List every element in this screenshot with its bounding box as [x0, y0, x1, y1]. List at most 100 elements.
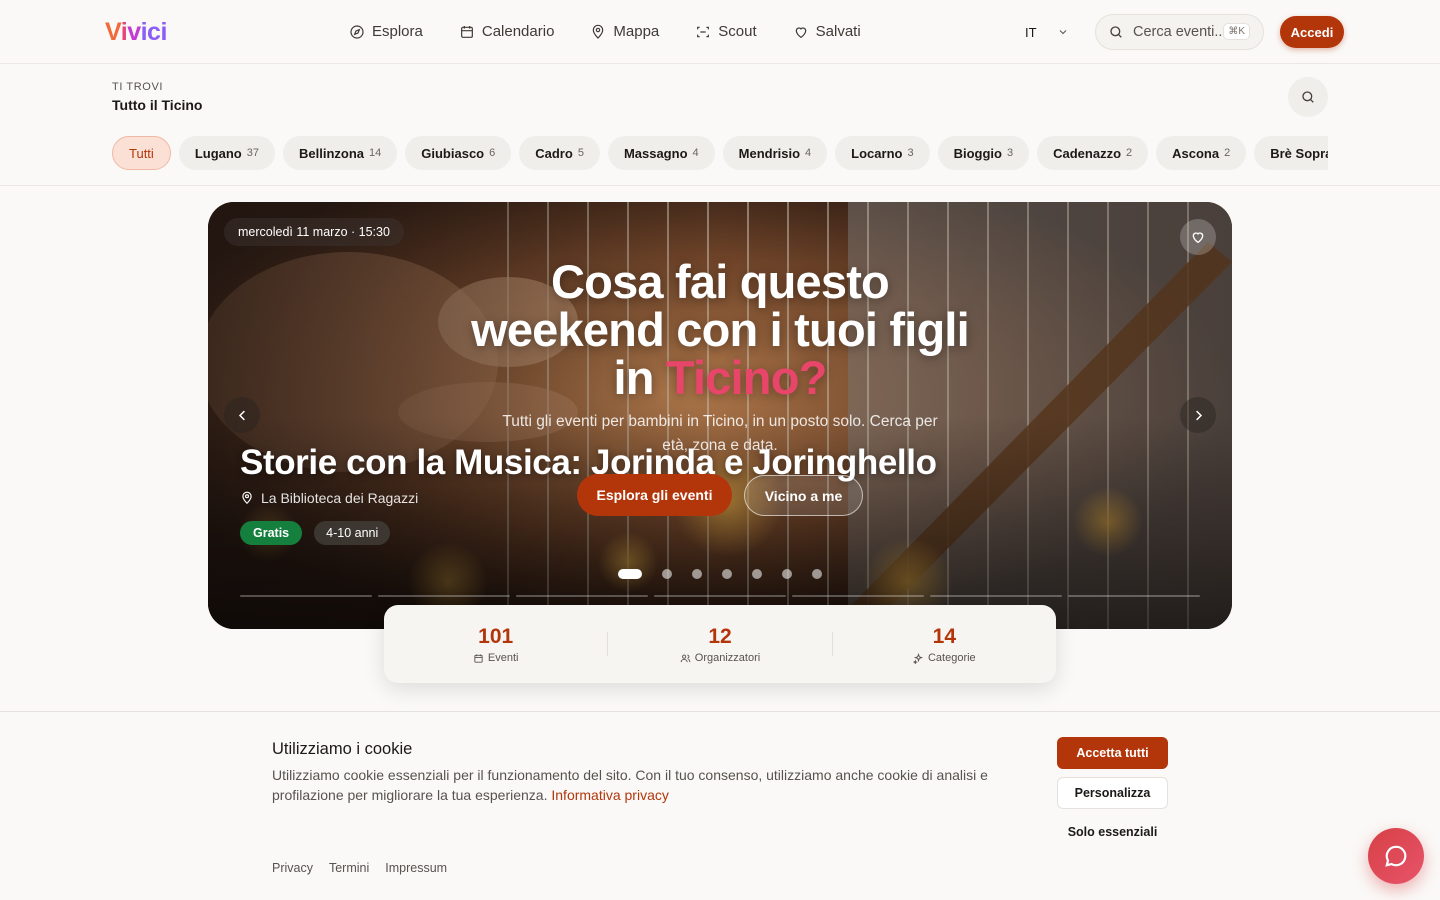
- nav-item-salvati[interactable]: Salvati: [793, 20, 861, 44]
- chip-label: Cadenazzo: [1053, 145, 1122, 161]
- near-me-button[interactable]: Vicino a me: [744, 475, 863, 516]
- chip-count: 3: [907, 147, 914, 159]
- chip-label: Cadro: [535, 145, 573, 161]
- search-placeholder: Cerca eventi...: [1133, 24, 1227, 40]
- privacy-policy-link[interactable]: Informativa privacy: [551, 787, 668, 803]
- chip-label: Massagno: [623, 145, 688, 161]
- chip-count: 3: [1006, 147, 1014, 159]
- stat-value: 101: [478, 625, 514, 648]
- location-value[interactable]: Tutto il Ticino: [112, 97, 202, 113]
- footer-link-impressum[interactable]: Impressum: [385, 861, 447, 875]
- logo-letter: v: [127, 18, 141, 46]
- customize-button[interactable]: Personalizza: [1057, 777, 1168, 809]
- chip-ascona[interactable]: Ascona 2: [1156, 136, 1247, 170]
- footer-link-privacy[interactable]: Privacy: [272, 861, 313, 875]
- chip-count: 2: [1224, 147, 1231, 159]
- login-button[interactable]: Accedi: [1280, 16, 1344, 48]
- carousel-dots: [618, 569, 822, 579]
- logo-letter: ici: [140, 18, 168, 46]
- chip-label: Mendrisio: [738, 145, 801, 161]
- progress-segment: [1068, 595, 1200, 597]
- cookie-text: Utilizziamo cookie essenziali per il fun…: [272, 765, 1032, 805]
- location-search-button[interactable]: [1288, 77, 1328, 117]
- nav-item-label: Calendario: [481, 23, 555, 40]
- chip-label: Bioggio: [953, 145, 1002, 161]
- chevron-down-icon: [1059, 30, 1067, 35]
- progress-segment: [240, 595, 372, 597]
- footer-link-termini[interactable]: Termini: [329, 861, 369, 875]
- chip-massagno[interactable]: Massagno 4: [607, 136, 715, 170]
- carousel-next-button[interactable]: [1180, 397, 1216, 433]
- heart-icon: [795, 27, 806, 39]
- stat-label-row: Eventi: [473, 652, 519, 664]
- essential-only-button[interactable]: Solo essenziali: [1057, 817, 1168, 847]
- calendar-icon: [460, 26, 473, 38]
- nav-item-scout[interactable]: Scout: [695, 20, 757, 44]
- stat-value: 14: [932, 625, 956, 648]
- progress-segment: [654, 595, 786, 597]
- chip-bellinzona[interactable]: Bellinzona 14: [283, 136, 398, 170]
- chip-locarno[interactable]: Locarno 3: [835, 136, 930, 170]
- carousel-dot[interactable]: [722, 569, 732, 579]
- chip-tutti[interactable]: Tutti: [112, 136, 171, 170]
- cookie-banner: Utilizziamo i cookie Utilizziamo cookie …: [0, 711, 1440, 900]
- search-icon: [1110, 26, 1122, 38]
- chip-label: Lugano: [194, 145, 242, 161]
- chip-cadro[interactable]: Cadro 5: [519, 136, 600, 170]
- language-value: IT: [1025, 24, 1037, 40]
- carousel-dot[interactable]: [662, 569, 672, 579]
- chat-button[interactable]: [1368, 828, 1424, 884]
- chip-lugano[interactable]: Lugano 37: [178, 136, 275, 170]
- nav-item-label: Mappa: [613, 23, 660, 40]
- chevron-right-icon: [1195, 410, 1202, 420]
- town-filter-chips: Tutti Lugano 37 Bellinzona 14 Giubiasco 6 C…: [112, 136, 1328, 170]
- carousel-dot[interactable]: [752, 569, 762, 579]
- search-input[interactable]: Cerca eventi... ⌘K: [1095, 14, 1264, 50]
- chip-count: 2: [1126, 147, 1133, 159]
- vivici-logo[interactable]: Vivici: [105, 18, 167, 46]
- nav-item-label: Scout: [718, 23, 757, 40]
- stat-label: Categorie: [927, 652, 976, 664]
- nav-item-calendario[interactable]: Calendario: [459, 20, 555, 44]
- stat-label: Eventi: [487, 652, 519, 664]
- carousel-dot[interactable]: [618, 569, 642, 579]
- progress-segment: [378, 595, 510, 597]
- stat-label-row: Organizzatori: [680, 652, 760, 664]
- hero-headline: Cosa fai questo weekend con i tuoi figli…: [470, 258, 970, 402]
- accept-all-button[interactable]: Accetta tutti: [1057, 737, 1168, 769]
- top-navigation-bar: Vivici Esplora Calendario Mappa Scout Sa…: [0, 0, 1440, 64]
- progress-segment: [516, 595, 648, 597]
- chip-bre-sopra-lugano[interactable]: Brè Sopra Lugano: [1254, 136, 1328, 170]
- event-tags: Gratis 4-10 anni: [240, 521, 391, 545]
- hero-carousel[interactable]: mercoledì 11 marzo · 15:30 Cosa fai ques…: [208, 202, 1232, 629]
- chip-giubiasco[interactable]: Giubiasco 6: [405, 136, 512, 170]
- map-pin-icon: [593, 24, 604, 39]
- carousel-prev-button[interactable]: [224, 397, 260, 433]
- nav-item-mappa[interactable]: Mappa: [590, 20, 659, 44]
- chip-bioggio[interactable]: Bioggio 3: [937, 136, 1030, 170]
- carousel-dot[interactable]: [782, 569, 792, 579]
- nav-item-esplora[interactable]: Esplora: [349, 20, 423, 44]
- explore-events-button[interactable]: Esplora gli eventi: [577, 474, 732, 516]
- location-label: TI TROVI: [112, 81, 164, 93]
- save-event-button[interactable]: [1180, 219, 1216, 255]
- carousel-dot[interactable]: [812, 569, 822, 579]
- stat-eventi: 101 Eventi: [384, 624, 607, 664]
- venue-name: La Biblioteca dei Ragazzi: [261, 490, 419, 506]
- chip-label: Giubiasco: [421, 145, 485, 161]
- price-badge: Gratis: [240, 521, 303, 545]
- main-nav: Esplora Calendario Mappa Scout Salvati: [349, 20, 861, 44]
- map-pin-icon: [242, 491, 252, 505]
- chip-mendrisio[interactable]: Mendrisio 4: [722, 136, 828, 170]
- chip-cadenazzo[interactable]: Cadenazzo 2: [1037, 136, 1149, 170]
- nav-item-label: Esplora: [372, 23, 423, 40]
- location-bar: TI TROVI Tutto il Ticino Tutti Lugano 37 …: [0, 64, 1440, 186]
- progress-segment: [792, 595, 924, 597]
- language-select[interactable]: IT: [1013, 15, 1081, 49]
- carousel-progress: [240, 595, 1200, 597]
- chip-count: 6: [489, 147, 496, 159]
- chip-label: Ascona: [1172, 145, 1220, 161]
- stat-categorie: 14 Categorie: [833, 624, 1056, 664]
- carousel-dot[interactable]: [692, 569, 702, 579]
- logo-letter: V: [105, 18, 121, 46]
